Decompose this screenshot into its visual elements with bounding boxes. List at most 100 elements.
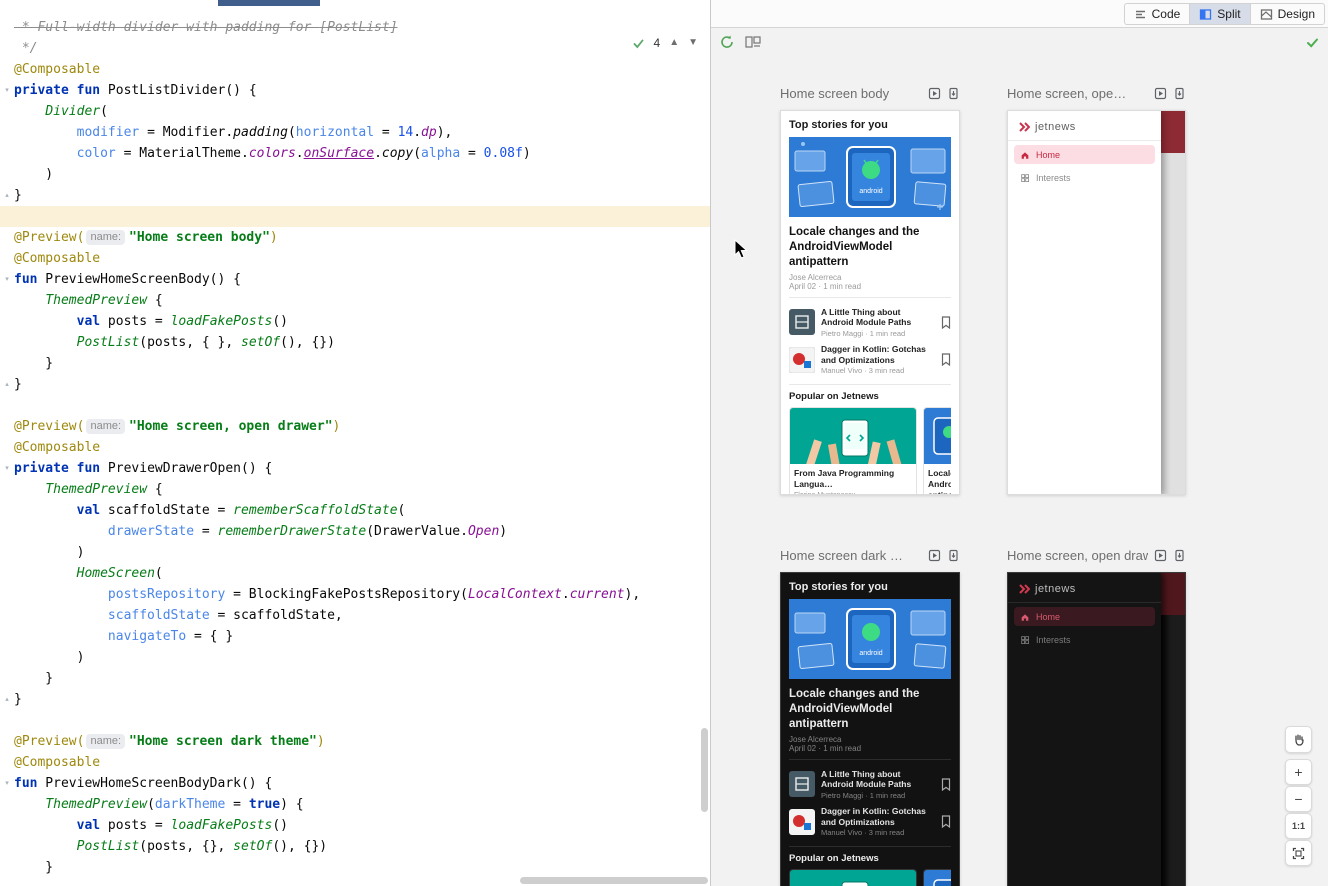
code-line[interactable]	[0, 395, 710, 416]
code-line[interactable]: modifier = Modifier.padding(horizontal =…	[0, 122, 710, 143]
code-line[interactable]: )	[0, 542, 710, 563]
code-line[interactable]: PostList(posts, { }, setOf(), {})	[0, 332, 710, 353]
code-line[interactable]: * Full-width divider with padding for [P…	[0, 17, 710, 38]
popular-card[interactable]: Locale changes and the AndroidViewModel …	[923, 407, 951, 495]
code-line[interactable]: ▴}	[0, 374, 710, 395]
gutter-fold-marker[interactable]: ▾	[0, 773, 14, 794]
code-line[interactable]: @Preview(name:"Home screen dark theme")	[0, 731, 710, 752]
code-token: horizontal	[296, 125, 374, 140]
deploy-preview-icon[interactable]	[1173, 549, 1186, 562]
build-refresh-icon[interactable]	[719, 34, 735, 50]
preview-card-drawer-dark[interactable]: jetnews Home Interests	[1007, 572, 1186, 886]
code-line[interactable]: ▴}	[0, 689, 710, 710]
code-line[interactable]: PostList(posts, {}, setOf(), {})	[0, 836, 710, 857]
code-line[interactable]: ▴}	[0, 185, 710, 206]
bookmark-icon[interactable]	[941, 353, 951, 366]
gutter	[0, 101, 14, 122]
code-token	[14, 335, 77, 350]
code-line[interactable]: @Composable	[0, 59, 710, 80]
drawer-item-interests[interactable]: Interests	[1014, 630, 1155, 649]
gutter-fold-marker[interactable]: ▴	[0, 374, 14, 395]
code-line[interactable]: ▾fun PreviewHomeScreenBodyDark() {	[0, 773, 710, 794]
code-line[interactable]: )	[0, 647, 710, 668]
tab-code[interactable]: Code	[1125, 4, 1191, 24]
code-line[interactable]: Divider(	[0, 101, 710, 122]
inspection-count: 4	[654, 36, 661, 50]
interactive-preview-icon[interactable]	[928, 87, 941, 100]
code-line[interactable]: )	[0, 164, 710, 185]
code-editor[interactable]: * Full-width divider with padding for [P…	[0, 0, 710, 886]
app-bar-strip	[1159, 573, 1185, 615]
code-line[interactable]: drawerState = rememberDrawerState(Drawer…	[0, 521, 710, 542]
drawer-item-interests[interactable]: Interests	[1014, 168, 1155, 187]
drawer-item-home[interactable]: Home	[1014, 607, 1155, 626]
svg-text:android: android	[859, 650, 882, 657]
preview-card-home-dark[interactable]: Top stories for you android Locale c	[780, 572, 960, 886]
code-line[interactable]: navigateTo = { }	[0, 626, 710, 647]
preview-card-home-light[interactable]: Top stories for you android	[780, 110, 960, 495]
editor-vertical-scrollbar[interactable]	[701, 728, 708, 812]
bookmark-icon[interactable]	[941, 815, 951, 828]
code-line[interactable]: ▾private fun PostListDivider() {	[0, 80, 710, 101]
next-issue-arrow-icon[interactable]: ▼	[688, 38, 698, 48]
code-line[interactable]: */	[0, 38, 710, 59]
code-line[interactable]: ▾private fun PreviewDrawerOpen() {	[0, 458, 710, 479]
code-line[interactable]: ThemedPreview {	[0, 479, 710, 500]
interactive-preview-icon[interactable]	[1154, 87, 1167, 100]
prev-issue-arrow-icon[interactable]: ▲	[669, 38, 679, 48]
tab-split[interactable]: Split	[1190, 4, 1250, 24]
code-line[interactable]: HomeScreen(	[0, 563, 710, 584]
zoom-in-button[interactable]: +	[1285, 759, 1312, 785]
code-line[interactable]: ▾fun PreviewHomeScreenBody() {	[0, 269, 710, 290]
editor-horizontal-scrollbar[interactable]	[520, 877, 708, 884]
preview-card-drawer-light[interactable]: jetnews Home Interests	[1007, 110, 1186, 495]
code-line[interactable]: @Composable	[0, 437, 710, 458]
code-line[interactable]: @Composable	[0, 752, 710, 773]
gutter-fold-marker[interactable]: ▴	[0, 185, 14, 206]
pan-tool-button[interactable]	[1285, 726, 1312, 753]
gutter	[0, 626, 14, 647]
gutter-fold-marker[interactable]: ▾	[0, 458, 14, 479]
tab-design[interactable]: Design	[1251, 4, 1324, 24]
code-line[interactable]: }	[0, 857, 710, 878]
code-line[interactable]: @Preview(name:"Home screen, open drawer"…	[0, 416, 710, 437]
deploy-preview-icon[interactable]	[1173, 87, 1186, 100]
code-line[interactable]: ThemedPreview {	[0, 290, 710, 311]
interactive-preview-icon[interactable]	[928, 549, 941, 562]
code-line[interactable]: ThemedPreview(darkTheme = true) {	[0, 794, 710, 815]
zoom-to-fit-button[interactable]	[1285, 840, 1312, 866]
zoom-actual-size-button[interactable]: 1:1	[1285, 813, 1312, 839]
popular-card[interactable]: Locale changes and the AndroidViewModel …	[923, 869, 951, 886]
code-line[interactable]: @Preview(name:"Home screen body")	[0, 227, 710, 248]
code-line[interactable]: val posts = loadFakePosts()	[0, 311, 710, 332]
code-line[interactable]: scaffoldState = scaffoldState,	[0, 605, 710, 626]
code-token: )	[14, 167, 53, 182]
code-line[interactable]: @Composable	[0, 248, 710, 269]
code-token: "Home screen, open drawer"	[129, 419, 333, 434]
gutter-fold-marker[interactable]: ▴	[0, 689, 14, 710]
interactive-preview-icon[interactable]	[1154, 549, 1167, 562]
pan-hand-icon	[1292, 733, 1306, 747]
code-line[interactable]: postsRepository = BlockingFakePostsRepos…	[0, 584, 710, 605]
drawer-item-home[interactable]: Home	[1014, 145, 1155, 164]
code-line[interactable]	[0, 710, 710, 731]
code-line[interactable]: }	[0, 668, 710, 689]
code-line[interactable]: val scaffoldState = rememberScaffoldStat…	[0, 500, 710, 521]
code-line[interactable]	[0, 206, 710, 227]
view-options-icon[interactable]	[745, 35, 761, 49]
code-line[interactable]: }	[0, 353, 710, 374]
popular-card[interactable]: From Java Programming Langua… Florina Mu…	[789, 869, 917, 886]
bookmark-icon[interactable]	[941, 316, 951, 329]
code-token: }	[14, 356, 53, 371]
zoom-out-button[interactable]: −	[1285, 786, 1312, 812]
divider	[1008, 602, 1161, 603]
deploy-preview-icon[interactable]	[947, 87, 960, 100]
popular-card[interactable]: From Java Programming Langua… Florina Mu…	[789, 407, 917, 495]
code-line[interactable]: color = MaterialTheme.colors.onSurface.c…	[0, 143, 710, 164]
code-line[interactable]: val posts = loadFakePosts()	[0, 815, 710, 836]
gutter-fold-marker[interactable]: ▾	[0, 269, 14, 290]
gutter-fold-marker[interactable]: ▾	[0, 80, 14, 101]
code-token	[69, 461, 77, 476]
deploy-preview-icon[interactable]	[947, 549, 960, 562]
bookmark-icon[interactable]	[941, 778, 951, 791]
